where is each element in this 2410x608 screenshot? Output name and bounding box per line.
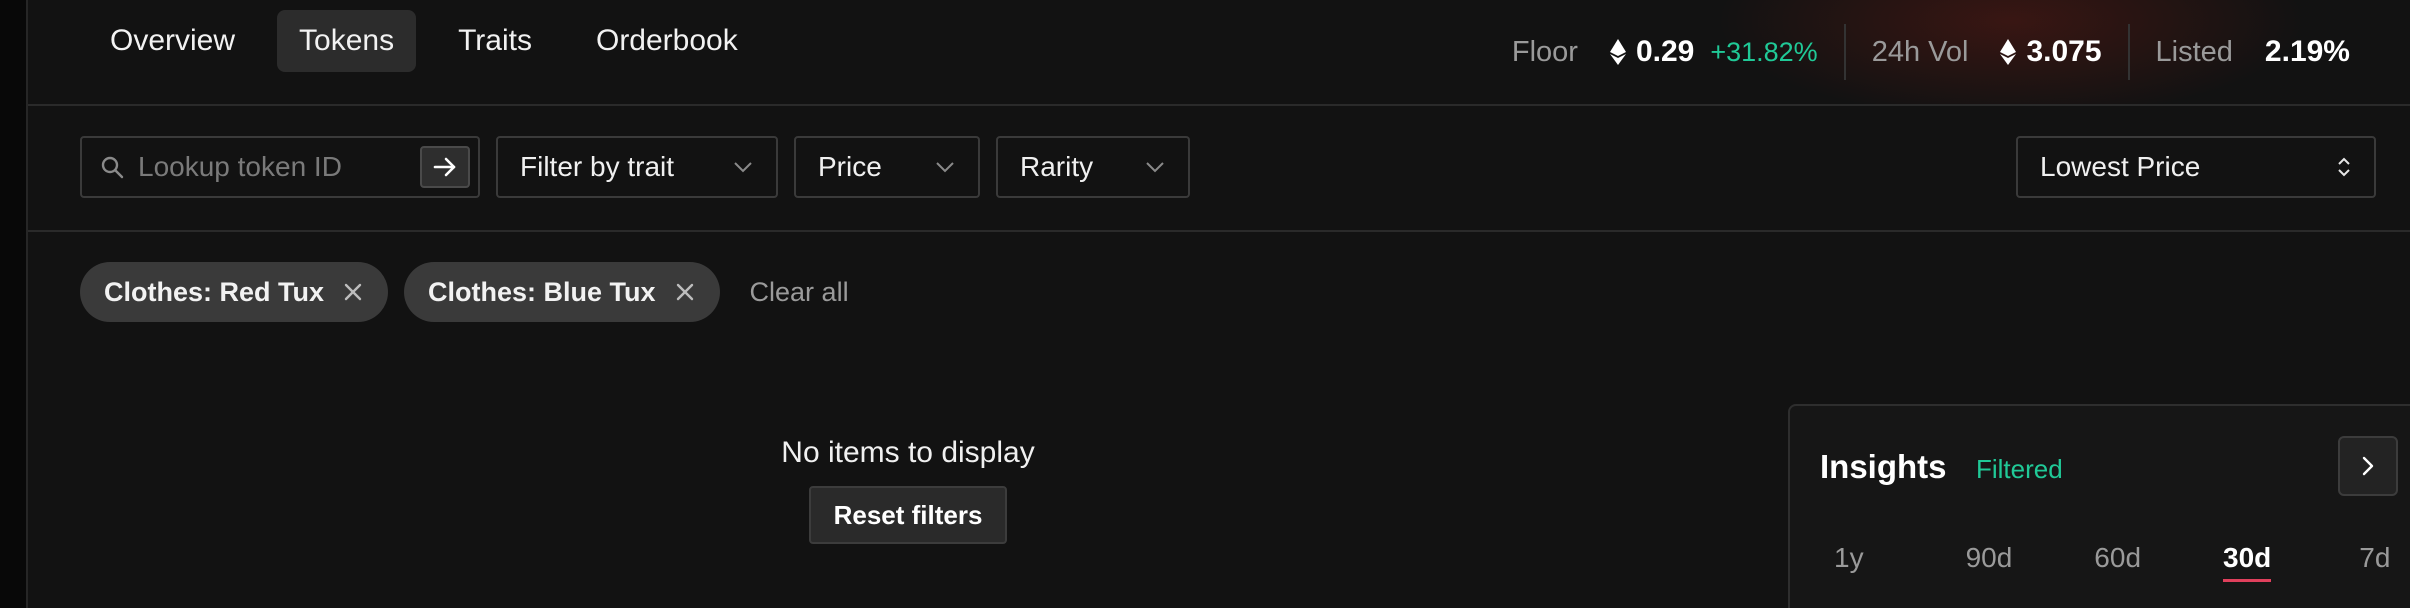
empty-state: No items to display Reset filters (700, 436, 1116, 544)
filter-bar: Filter by trait Price Rarity Lowest Pric… (28, 106, 2410, 232)
floor-value: 0.29 (1635, 35, 1695, 68)
floor-label: Floor (1511, 35, 1578, 68)
chevron-down-icon (1146, 162, 1164, 173)
close-icon[interactable] (342, 281, 364, 303)
listed-value: 2.19% (2264, 35, 2350, 68)
top-bar: Overview Tokens Traits Orderbook Floor 0… (28, 0, 2410, 106)
range-30d[interactable]: 30d (2223, 542, 2272, 582)
left-rail (0, 0, 28, 608)
volume-label: 24h Vol (1871, 35, 1969, 68)
range-60d[interactable]: 60d (2094, 542, 2141, 574)
floor-change: +31.82% (1710, 36, 1818, 67)
stat-listed: Listed 2.19% (2127, 24, 2376, 80)
tab-traits[interactable]: Traits (436, 10, 554, 72)
close-icon[interactable] (674, 281, 696, 303)
reset-filters-button[interactable]: Reset filters (809, 486, 1007, 544)
filter-chip-blue-tux: Clothes: Blue Tux (404, 262, 720, 322)
clear-all-button[interactable]: Clear all (750, 277, 849, 308)
range-1y[interactable]: 1y (1834, 542, 1864, 574)
chevron-down-icon (936, 162, 954, 173)
rarity-dropdown[interactable]: Rarity (996, 136, 1190, 198)
stat-volume: 24h Vol 3.075 (1843, 24, 2128, 80)
search-submit-button[interactable] (420, 146, 470, 188)
range-90d[interactable]: 90d (1966, 542, 2013, 574)
volume-value: 3.075 (2026, 35, 2102, 68)
active-filters: Clothes: Red Tux Clothes: Blue Tux Clear… (80, 262, 849, 322)
rarity-label: Rarity (1020, 151, 1094, 182)
eth-icon (1609, 39, 1626, 65)
filter-chip-red-tux: Clothes: Red Tux (80, 262, 389, 322)
insights-title: Insights (1820, 448, 1947, 485)
collection-stats: Floor 0.29 +31.82% 24h Vol 3.075 Listed … (1486, 0, 2376, 104)
stat-floor: Floor 0.29 +31.82% (1486, 24, 1844, 80)
insights-panel: Insights Filtered 1y 90d 60d 30d 7d (1788, 404, 2410, 608)
empty-message: No items to display (781, 436, 1035, 469)
arrow-right-icon (433, 157, 456, 177)
collection-tabs: Overview Tokens Traits Orderbook (88, 10, 760, 72)
chip-label: Clothes: Blue Tux (428, 276, 656, 307)
sort-select[interactable]: Lowest Price (2016, 136, 2376, 198)
tab-tokens[interactable]: Tokens (277, 10, 417, 72)
chevron-right-icon (2362, 456, 2374, 476)
sort-chevrons-icon (2338, 157, 2350, 177)
page: Overview Tokens Traits Orderbook Floor 0… (0, 0, 2410, 608)
insights-filtered-badge: Filtered (1976, 454, 2063, 484)
range-7d[interactable]: 7d (2359, 542, 2390, 574)
token-search (80, 136, 480, 198)
price-label: Price (818, 151, 882, 182)
filter-by-trait-label: Filter by trait (520, 151, 675, 182)
sort-label: Lowest Price (2040, 151, 2201, 182)
search-icon (101, 156, 124, 179)
tab-orderbook[interactable]: Orderbook (574, 10, 760, 72)
chevron-down-icon (734, 162, 752, 173)
tab-overview[interactable]: Overview (88, 10, 257, 72)
token-search-input[interactable] (138, 151, 398, 183)
price-dropdown[interactable]: Price (794, 136, 980, 198)
chip-label: Clothes: Red Tux (104, 276, 325, 307)
filter-by-trait-dropdown[interactable]: Filter by trait (496, 136, 778, 198)
insights-expand-button[interactable] (2338, 436, 2398, 496)
listed-label: Listed (2155, 35, 2233, 68)
eth-icon (2000, 39, 2017, 65)
time-range-tabs: 1y 90d 60d 30d 7d (1834, 542, 2390, 582)
